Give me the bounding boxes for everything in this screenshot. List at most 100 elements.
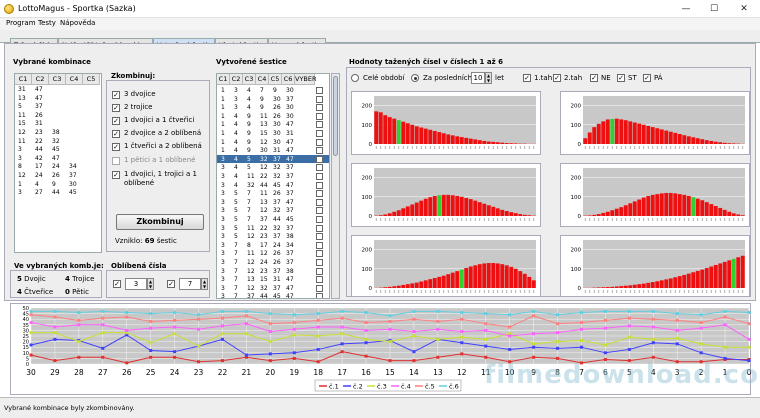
vytvorene-row[interactable]: 3 7 11 12 26 37	[217, 249, 329, 258]
vyber-checkbox[interactable]	[316, 147, 323, 155]
vyber-checkbox[interactable]	[316, 224, 323, 232]
vytvorene-row[interactable]: 3 4 11 22 32 37	[217, 172, 329, 181]
vyber-checkbox[interactable]	[316, 173, 323, 180]
vytvorene-row[interactable]: 3 5 11 22 32 37	[217, 224, 329, 233]
zkombinuj-option-checkbox[interactable]	[112, 171, 120, 179]
oblibena-check-1[interactable]	[113, 280, 121, 288]
maximize-button[interactable]: ☐	[700, 2, 728, 16]
vybrane-col-header[interactable]: C1	[15, 74, 32, 85]
vybrane-col-header[interactable]: C4	[66, 74, 83, 85]
vyber-checkbox[interactable]	[316, 284, 323, 292]
menu-program[interactable]: Program	[6, 19, 36, 27]
vyber-checkbox[interactable]	[316, 276, 323, 284]
vytvorene-row[interactable]: 3 5 7 37 44 45	[217, 215, 329, 224]
vyber-checkbox[interactable]	[316, 112, 323, 120]
vytvorene-col-header[interactable]: C4	[256, 74, 269, 85]
vybrane-row[interactable]: 31 47	[15, 86, 101, 94]
vytvorene-col-header[interactable]: C1	[217, 74, 230, 85]
vyber-checkbox[interactable]	[316, 104, 323, 112]
vybrane-row[interactable]: 13 47	[15, 95, 101, 103]
vytvorene-row[interactable]: 1 4 9 15 30 31	[217, 129, 329, 138]
vybrane-row[interactable]: 11 26	[15, 112, 101, 120]
vytvorene-row[interactable]: 3 7 37 44 45 47	[217, 292, 329, 298]
vytvorene-row[interactable]: 3 7 13 15 31 47	[217, 275, 329, 284]
vytvorene-row[interactable]: 3 4 5 32 37 47	[217, 154, 329, 164]
vyber-checkbox[interactable]	[316, 267, 323, 275]
vyber-checkbox[interactable]	[316, 233, 323, 241]
vybrane-row[interactable]: 12 23 38	[15, 129, 101, 137]
radio-cele-obdobi[interactable]	[351, 74, 359, 82]
vytvorene-row[interactable]: 3 5 7 13 37 47	[217, 198, 329, 207]
radio-za-poslednich[interactable]	[411, 74, 419, 82]
vytvorene-col-header[interactable]: C2	[230, 74, 243, 85]
vyber-checkbox[interactable]	[316, 216, 323, 223]
vytvorene-row[interactable]: 3 5 7 11 26 37	[217, 189, 329, 198]
vytvorene-row[interactable]: 3 7 12 23 37 38	[217, 267, 329, 276]
vytvorene-row[interactable]: 3 7 12 32 37 47	[217, 284, 329, 293]
vytvorene-row[interactable]: 3 5 12 23 37 38	[217, 232, 329, 241]
vytvorene-col-header[interactable]: C3	[243, 74, 256, 85]
vyber-checkbox[interactable]	[316, 87, 323, 94]
vyber-checkbox[interactable]	[316, 207, 323, 215]
vytvorene-row[interactable]: 3 5 7 12 32 37	[217, 206, 329, 215]
roky-spinner-arrows-icon[interactable]: ▲ ▼	[485, 72, 492, 84]
check-ne[interactable]	[590, 74, 598, 82]
vybrane-row[interactable]: 3 42 47	[15, 155, 101, 163]
menu-napoveda[interactable]: Nápověda	[60, 19, 95, 27]
zkombinuj-option-checkbox[interactable]	[112, 91, 120, 99]
vyber-checkbox[interactable]	[316, 155, 323, 163]
vytvorene-row[interactable]: 1 3 4 9 26 30	[217, 103, 329, 112]
vytvorene-row[interactable]: 3 4 5 12 32 37	[217, 163, 329, 172]
vyber-checkbox[interactable]	[316, 181, 323, 189]
vybrane-row[interactable]: 12 24 26 37	[15, 172, 101, 180]
vytvorene-col-header[interactable]: VYBER	[295, 74, 317, 85]
close-button[interactable]: ✕	[730, 2, 758, 16]
vytvorene-col-header[interactable]: C6	[282, 74, 295, 85]
vytvorene-col-header[interactable]: C5	[269, 74, 282, 85]
spinner-2-arrows-icon[interactable]: ▲ ▼	[201, 278, 208, 290]
vytvorene-row[interactable]: 1 4 9 30 31 47	[217, 146, 329, 155]
roky-spinner[interactable]: 10	[471, 72, 485, 84]
vyber-checkbox[interactable]	[316, 138, 323, 146]
vytvorene-row[interactable]: 1 3 4 9 30 37	[217, 95, 329, 104]
zkombinuj-option-checkbox[interactable]	[112, 157, 120, 165]
check-st[interactable]	[617, 74, 625, 82]
vybrane-row[interactable]: 3 27 44 45	[15, 189, 101, 197]
vyber-checkbox[interactable]	[316, 293, 323, 298]
vytvorene-row[interactable]: 3 7 8 17 24 34	[217, 241, 329, 250]
zkombinuj-option-checkbox[interactable]	[112, 143, 120, 151]
oblibena-spinner-1[interactable]: 3	[125, 278, 147, 290]
vybrane-row[interactable]: 11 22 32	[15, 138, 101, 146]
oblibena-check-2[interactable]	[167, 280, 175, 288]
vyber-checkbox[interactable]	[316, 95, 323, 103]
vyber-checkbox[interactable]	[316, 121, 323, 129]
check-pa[interactable]	[643, 74, 651, 82]
vybrane-row[interactable]: 15 31	[15, 120, 101, 128]
spinner-1-arrows-icon[interactable]: ▲ ▼	[147, 278, 154, 290]
vybrane-row[interactable]: 3 44 45	[15, 146, 101, 154]
vytvorene-row[interactable]: 1 4 9 13 30 47	[217, 120, 329, 129]
vybrane-col-header[interactable]: C2	[32, 74, 49, 85]
vybrane-row[interactable]: 1 4 9 30	[15, 181, 101, 189]
vytvorene-row[interactable]: 1 4 9 11 26 30	[217, 112, 329, 121]
vytvorene-scrollbar[interactable]	[331, 73, 340, 299]
oblibena-spinner-2[interactable]: 7	[179, 278, 201, 290]
vyber-checkbox[interactable]	[316, 164, 323, 172]
vytvorene-row[interactable]: 1 4 9 12 30 47	[217, 138, 329, 147]
minimize-button[interactable]: —	[672, 2, 700, 16]
zkombinuj-button[interactable]: Zkombinuj	[116, 214, 204, 230]
vytvorene-row[interactable]: 1 3 4 7 9 30	[217, 86, 329, 95]
vyber-checkbox[interactable]	[316, 190, 323, 198]
vybrane-col-header[interactable]: C5	[83, 74, 100, 85]
check-2-tah[interactable]	[553, 74, 561, 82]
vytvorene-row[interactable]: 3 7 12 24 26 37	[217, 258, 329, 267]
zkombinuj-option-checkbox[interactable]	[112, 117, 120, 125]
vybrane-row[interactable]: 5 37	[15, 103, 101, 111]
check-1-tah[interactable]	[523, 74, 531, 82]
menu-testy[interactable]: Testy	[38, 19, 56, 27]
vyber-checkbox[interactable]	[316, 241, 323, 249]
scrollbar-thumb[interactable]	[333, 76, 338, 156]
vyber-checkbox[interactable]	[316, 259, 323, 266]
vybrane-col-header[interactable]: C3	[49, 74, 66, 85]
zkombinuj-option-checkbox[interactable]	[112, 104, 120, 112]
